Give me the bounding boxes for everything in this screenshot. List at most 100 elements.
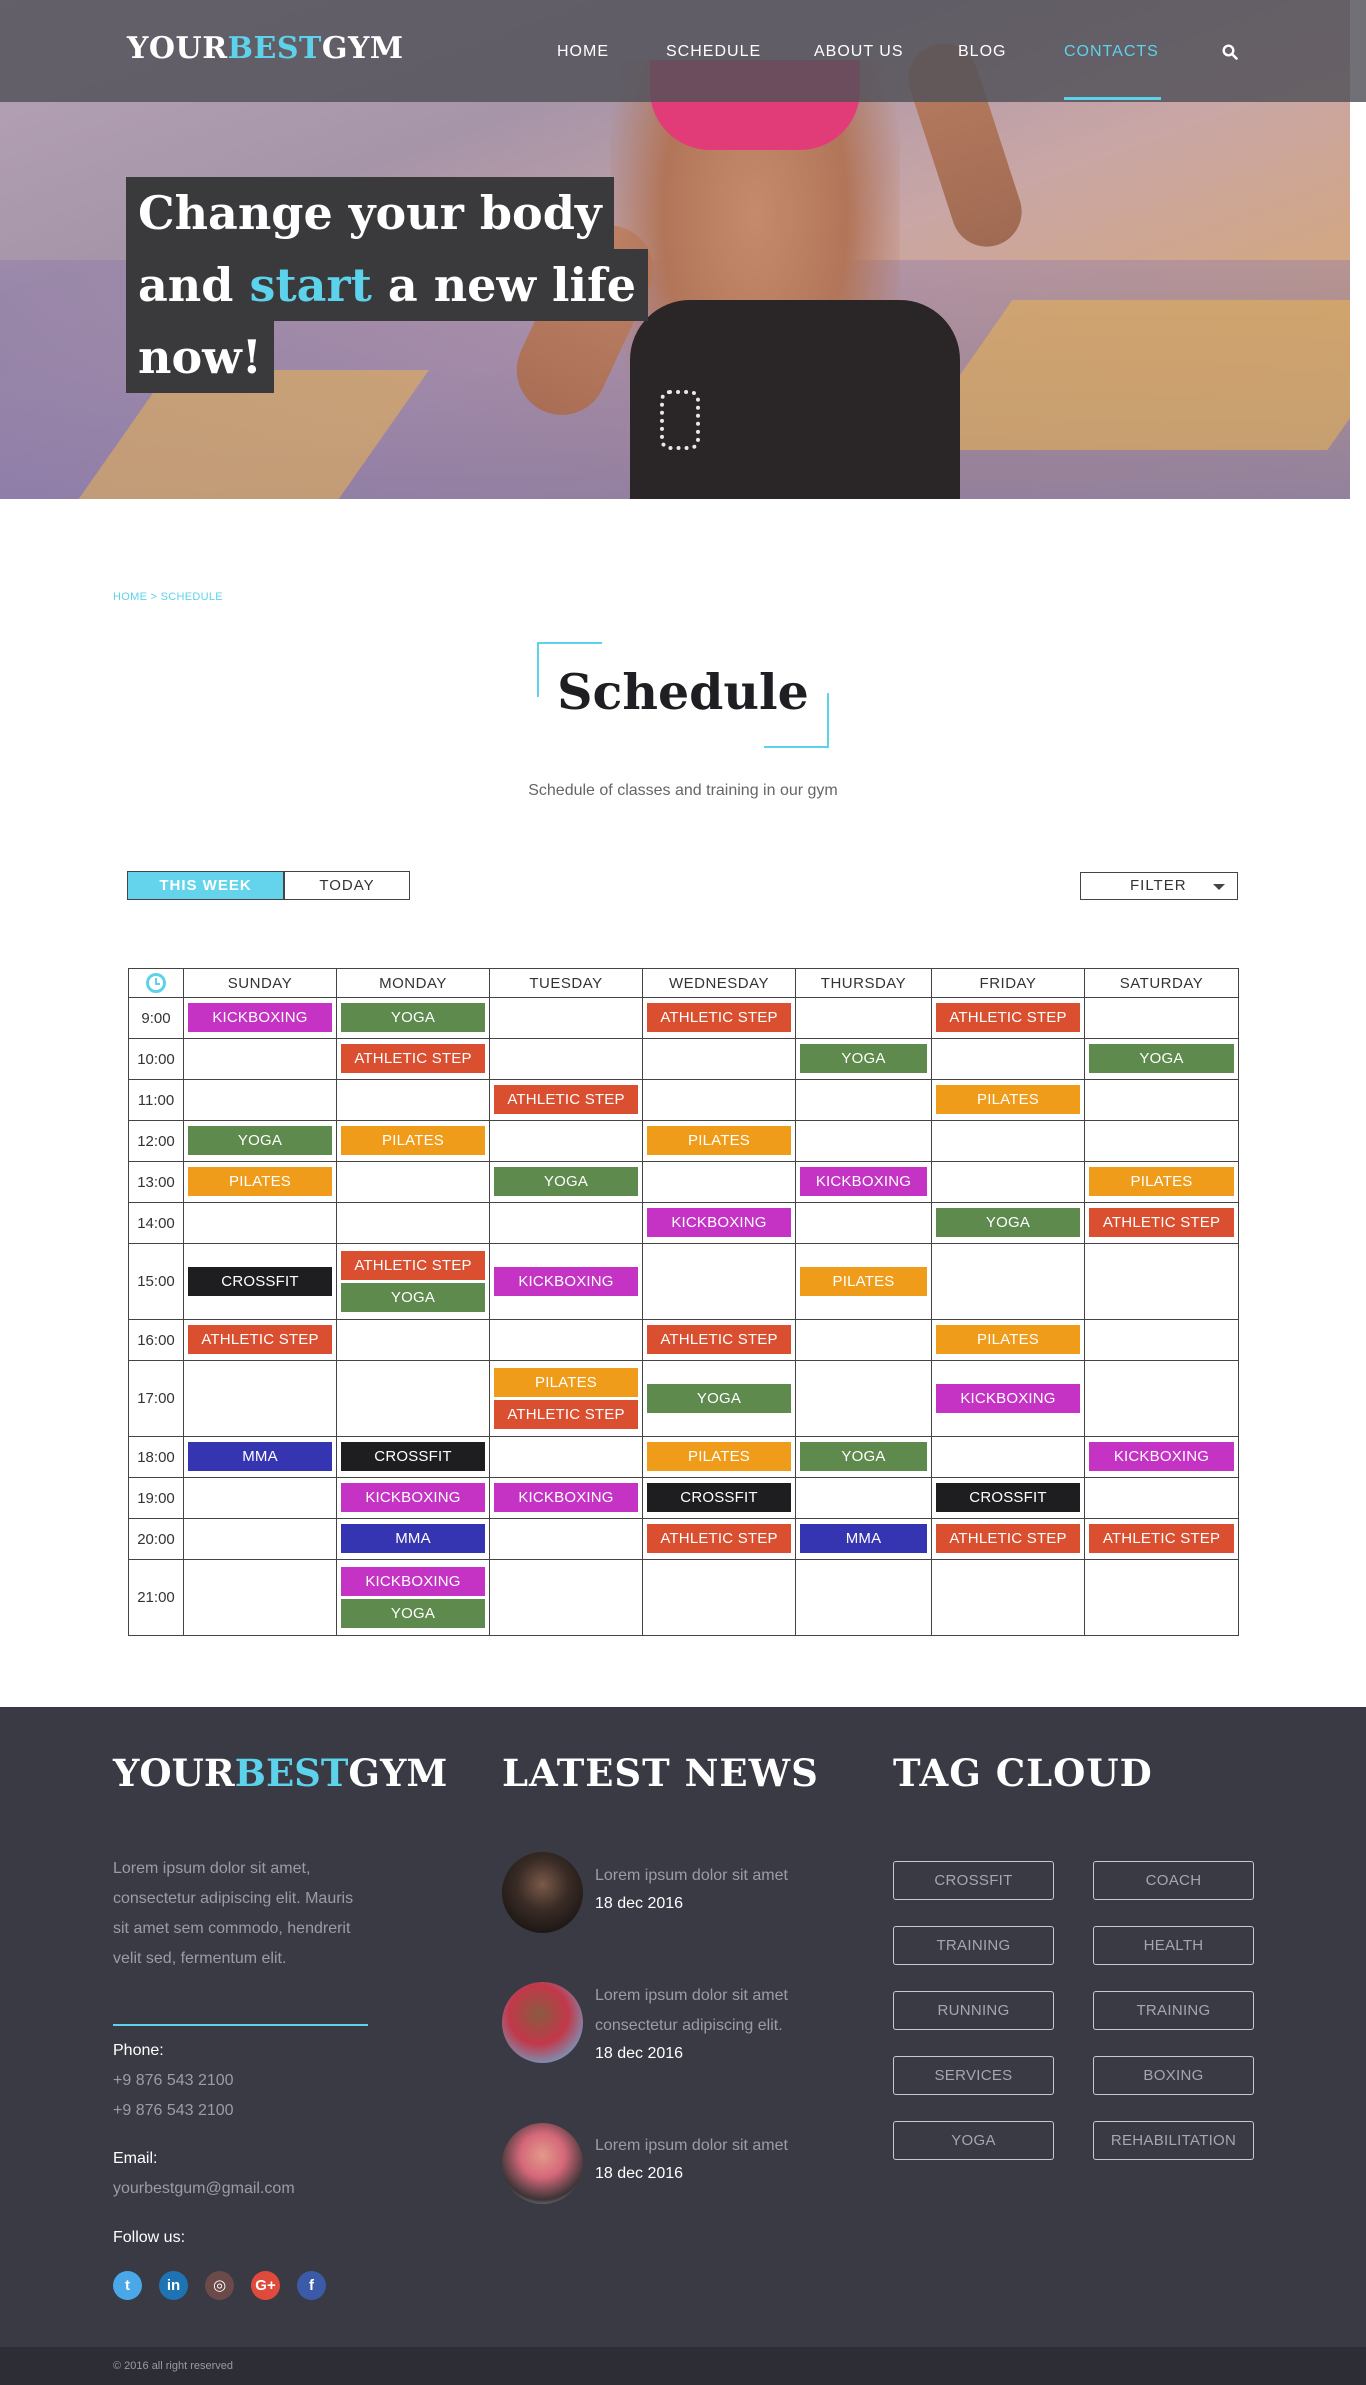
class-badge[interactable]: ATHLETIC STEP <box>188 1325 332 1354</box>
class-badge[interactable]: YOGA <box>800 1442 927 1471</box>
class-badge[interactable]: YOGA <box>647 1383 791 1413</box>
nav-about-us[interactable]: ABOUT US <box>814 43 904 61</box>
tag-item[interactable]: BOXING <box>1093 2056 1254 2095</box>
tag-item[interactable]: SERVICES <box>893 2056 1054 2095</box>
schedule-row: 13:00 PILATES YOGA KICKBOXING PILATES <box>128 1161 1239 1203</box>
class-badge[interactable]: KICKBOXING <box>647 1208 791 1237</box>
class-badge[interactable]: PILATES <box>936 1085 1080 1114</box>
tag-item[interactable]: HEALTH <box>1093 1926 1254 1965</box>
news-thumbnail[interactable] <box>502 1982 583 2063</box>
class-badge[interactable]: CROSSFIT <box>341 1442 485 1471</box>
news-title[interactable]: Lorem ipsum dolor sit amet consectetur a… <box>595 1981 835 2041</box>
class-badge[interactable]: ATHLETIC STEP <box>1089 1524 1234 1553</box>
tag-item[interactable]: TRAINING <box>1093 1991 1254 2030</box>
schedule-cell: KICKBOXING <box>183 997 337 1039</box>
class-badge[interactable]: KICKBOXING <box>188 1003 332 1032</box>
class-badge[interactable]: PILATES <box>494 1367 638 1397</box>
class-badge[interactable]: CROSSFIT <box>188 1266 332 1296</box>
class-badge[interactable]: ATHLETIC STEP <box>1089 1208 1234 1237</box>
today-button[interactable]: TODAY <box>284 871 410 900</box>
tag-item[interactable]: REHABILITATION <box>1093 2121 1254 2160</box>
this-week-button[interactable]: THIS WEEK <box>127 871 284 900</box>
class-badge[interactable]: YOGA <box>188 1126 332 1155</box>
schedule-row: 20:00 MMA ATHLETIC STEP MMA ATHLETIC STEP ATH… <box>128 1518 1239 1560</box>
class-badge[interactable]: ATHLETIC STEP <box>341 1250 485 1280</box>
schedule-cell <box>642 1559 796 1636</box>
class-badge[interactable]: PILATES <box>188 1167 332 1196</box>
class-badge[interactable]: PILATES <box>647 1126 791 1155</box>
class-badge[interactable]: PILATES <box>341 1126 485 1155</box>
schedule-cell: ATHLETIC STEP <box>931 1518 1085 1560</box>
email-link[interactable]: yourbestgum@gmail.com <box>113 2180 295 2198</box>
schedule-cell: PILATES <box>183 1161 337 1203</box>
schedule-cell <box>642 1079 796 1121</box>
news-thumbnail[interactable] <box>502 2123 583 2204</box>
schedule-cell <box>931 1038 1085 1080</box>
class-badge[interactable]: ATHLETIC STEP <box>341 1044 485 1073</box>
class-badge[interactable]: KICKBOXING <box>936 1383 1080 1413</box>
linkedin-icon[interactable]: in <box>159 2271 188 2300</box>
tag-item[interactable]: YOGA <box>893 2121 1054 2160</box>
class-badge[interactable]: CROSSFIT <box>936 1483 1080 1512</box>
phone-number[interactable]: +9 876 543 2100 <box>113 2102 234 2120</box>
class-badge[interactable]: YOGA <box>494 1167 638 1196</box>
class-badge[interactable]: MMA <box>188 1442 332 1471</box>
clock-icon <box>146 973 166 993</box>
news-title[interactable]: Lorem ipsum dolor sit amet <box>595 2131 835 2161</box>
site-logo[interactable]: YOURBESTGYM <box>127 31 404 66</box>
schedule-row: 21:00 KICKBOXING YOGA <box>128 1559 1239 1636</box>
twitter-icon[interactable]: t <box>113 2271 142 2300</box>
tag-item[interactable]: COACH <box>1093 1861 1254 1900</box>
class-badge[interactable]: YOGA <box>341 1003 485 1032</box>
tag-item[interactable]: CROSSFIT <box>893 1861 1054 1900</box>
class-badge[interactable]: ATHLETIC STEP <box>647 1325 791 1354</box>
class-badge[interactable]: YOGA <box>800 1044 927 1073</box>
phone-label: Phone: <box>113 2042 164 2059</box>
class-badge[interactable]: ATHLETIC STEP <box>494 1085 638 1114</box>
class-badge[interactable]: KICKBOXING <box>1089 1442 1234 1471</box>
class-badge[interactable]: YOGA <box>1089 1044 1234 1073</box>
class-badge[interactable]: PILATES <box>936 1325 1080 1354</box>
nav-schedule[interactable]: SCHEDULE <box>666 43 761 61</box>
schedule-cell <box>1084 1120 1239 1162</box>
schedule-cell: MMA <box>336 1518 490 1560</box>
tag-item[interactable]: RUNNING <box>893 1991 1054 2030</box>
class-badge[interactable]: KICKBOXING <box>494 1483 638 1512</box>
class-badge[interactable]: ATHLETIC STEP <box>494 1399 638 1429</box>
schedule-cell <box>795 1360 932 1437</box>
search-icon[interactable] <box>1222 44 1238 60</box>
footer-logo[interactable]: YOURBESTGYM <box>113 1751 447 1795</box>
class-badge[interactable]: YOGA <box>936 1208 1080 1237</box>
class-badge[interactable]: KICKBOXING <box>341 1483 485 1512</box>
class-badge[interactable]: KICKBOXING <box>341 1566 485 1596</box>
class-badge[interactable]: KICKBOXING <box>800 1167 927 1196</box>
class-badge[interactable]: MMA <box>341 1524 485 1553</box>
class-badge[interactable]: MMA <box>800 1524 927 1553</box>
schedule-cell <box>489 1559 643 1636</box>
schedule-cell: CROSSFIT <box>931 1477 1085 1519</box>
news-thumbnail[interactable] <box>502 1852 583 1933</box>
schedule-cell <box>489 1319 643 1361</box>
class-badge[interactable]: ATHLETIC STEP <box>936 1003 1080 1032</box>
class-badge[interactable]: YOGA <box>341 1598 485 1628</box>
class-badge[interactable]: KICKBOXING <box>494 1266 638 1296</box>
class-badge[interactable]: PILATES <box>647 1442 791 1471</box>
class-badge[interactable]: ATHLETIC STEP <box>647 1003 791 1032</box>
tag-item[interactable]: TRAINING <box>893 1926 1054 1965</box>
breadcrumb[interactable]: HOME > SCHEDULE <box>113 591 223 603</box>
facebook-icon[interactable]: f <box>297 2271 326 2300</box>
class-badge[interactable]: ATHLETIC STEP <box>936 1524 1080 1553</box>
nav-home[interactable]: HOME <box>557 43 609 61</box>
google-plus-icon[interactable]: G+ <box>251 2271 280 2300</box>
class-badge[interactable]: PILATES <box>800 1266 927 1296</box>
nav-blog[interactable]: BLOG <box>958 43 1006 61</box>
class-badge[interactable]: CROSSFIT <box>647 1483 791 1512</box>
instagram-icon[interactable]: ◎ <box>205 2271 234 2300</box>
filter-dropdown[interactable]: FILTER <box>1080 872 1238 900</box>
class-badge[interactable]: ATHLETIC STEP <box>647 1524 791 1553</box>
class-badge[interactable]: YOGA <box>341 1282 485 1312</box>
phone-number[interactable]: +9 876 543 2100 <box>113 2072 234 2090</box>
news-title[interactable]: Lorem ipsum dolor sit amet <box>595 1861 835 1891</box>
nav-contacts[interactable]: CONTACTS <box>1064 43 1159 61</box>
class-badge[interactable]: PILATES <box>1089 1167 1234 1196</box>
